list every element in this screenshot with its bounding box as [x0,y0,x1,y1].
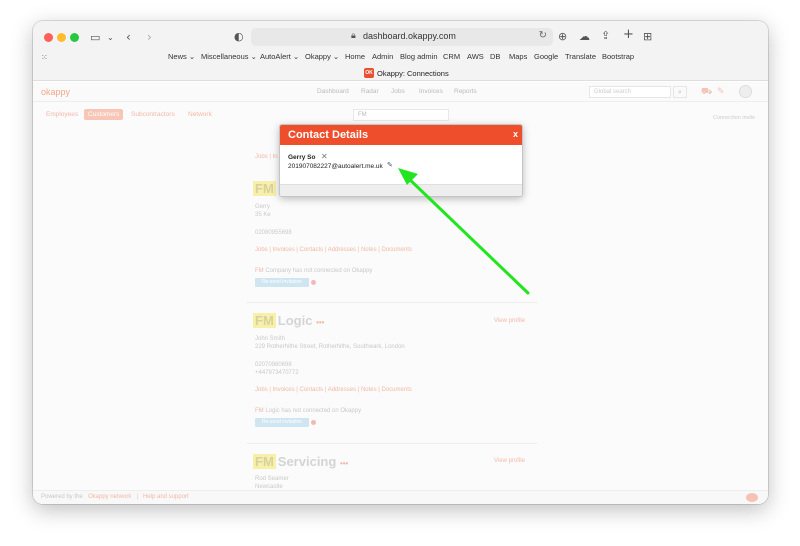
bookmark-aws[interactable]: AWS [467,52,484,61]
new-tab-icon[interactable]: + [623,28,634,41]
footer-separator: | [137,494,139,500]
shield-icon[interactable]: ◐ [234,31,244,43]
card-divider [247,443,537,444]
card1-resend-button[interactable]: Re-send invitation [255,278,309,287]
chat-icon[interactable] [746,493,758,502]
card2-status: FM Logic has not connected on Okappy [255,408,362,414]
card2-links[interactable]: Jobs | Invoices | Contacts | Addresses |… [255,387,412,393]
address-bar[interactable]: 🔒︎ dashboard.okappy.com ↻ [251,28,553,46]
edit-icon[interactable]: ✎ [387,161,393,169]
modal-header: Contact Details x [280,125,522,145]
back-icon[interactable]: ‹ [126,31,131,43]
card2-title[interactable]: FM Logic ••• [253,313,324,328]
nav-jobs[interactable]: Jobs [391,88,405,95]
browser-window: ▭ ⌄ ‹ › ◐ 🔒︎ dashboard.okappy.com ↻ ⊕ ☁ … [33,21,768,504]
remove-contact-icon[interactable]: ✕ [321,152,328,161]
app-navbar: okappy Dashboard Radar Jobs Invoices Rep… [33,82,768,102]
footer-powered-by: Powered by the [41,494,83,500]
bookmark-maps[interactable]: Maps [509,52,527,61]
subtab-subcontractors[interactable]: Subcontractors [131,111,175,118]
bookmark-translate[interactable]: Translate [565,52,596,61]
card2-view-profile-link[interactable]: View profile [494,318,525,324]
card1-contact: Gerry [255,204,270,210]
lock-icon: 🔒︎ [351,31,356,41]
bookmark-db[interactable]: DB [490,52,500,61]
bookmark-okappy[interactable]: Okappy ⌄ [305,52,339,61]
close-window-button[interactable] [44,33,53,42]
bookmark-home[interactable]: Home [345,52,365,61]
card2-address: 229 Rotherhithe Street, Rotherhithe, Sou… [255,344,405,350]
card-divider [247,302,537,303]
avatar[interactable] [739,85,752,98]
nav-radar[interactable]: Radar [361,88,379,95]
bookmark-admin[interactable]: Admin [372,52,393,61]
browser-toolbar: ▭ ⌄ ‹ › ◐ 🔒︎ dashboard.okappy.com ↻ ⊕ ☁ … [33,21,768,81]
okappy-logo[interactable]: okappy [41,87,70,97]
search-icon[interactable]: ⌕ [673,86,687,98]
card1-top-links[interactable]: Jobs | In [255,154,278,160]
nav-invoices[interactable]: Invoices [419,88,443,95]
modal-title: Contact Details [288,129,369,141]
minimize-window-button[interactable] [57,33,66,42]
nav-reports[interactable]: Reports [454,88,477,95]
url-text: dashboard.okappy.com [363,31,456,41]
card1-phone: 02080955698 [255,230,292,236]
forward-icon[interactable]: › [147,31,152,43]
subtab-employees[interactable]: Employees [46,111,78,118]
card2-phone: 02070980698 [255,362,292,368]
bookmark-news[interactable]: News ⌄ [168,52,195,61]
zoom-window-button[interactable] [70,33,79,42]
customer-search-input[interactable]: FM [353,109,449,121]
card2-resend-button[interactable]: Re-send invitation [255,418,309,427]
cloud-icon[interactable]: ☁ [579,31,590,43]
footer-help-link[interactable]: Help and support [143,494,189,500]
chevron-down-icon[interactable]: ⌄ [107,32,114,44]
card3-view-profile-link[interactable]: View profile [494,458,525,464]
contact-details-modal: Contact Details x Gerry So ✕ 20190708222… [279,124,523,197]
card2-contact: John Smith [255,336,286,342]
tab-bar[interactable]: OK Okappy: Connections [33,67,768,81]
bookmark-google[interactable]: Google [534,52,558,61]
bookmark-crm[interactable]: CRM [443,52,460,61]
modal-footer [280,184,522,196]
global-search-input[interactable]: Global search [589,86,671,98]
card1-links[interactable]: Jobs | Invoices | Contacts | Addresses |… [255,247,412,253]
card1-title[interactable]: FM [253,181,278,196]
connection-invite-link[interactable]: Connection invite [713,115,755,121]
contact-email: 201907082227@autoalert.me.uk [288,163,383,170]
tab-title[interactable]: Okappy: Connections [377,69,449,78]
subtab-customers[interactable]: Customers [84,109,124,120]
bookmarks-bar: News ⌄ Miscellaneous ⌄ AutoAlert ⌄ Okapp… [33,52,768,66]
bookmark-bootstrap[interactable]: Bootstrap [602,52,634,61]
card3-contact: Rod Seamer [255,476,289,482]
page-footer: Powered by the Okappy network | Help and… [33,490,768,504]
footer-network-link[interactable]: Okappy network [88,494,131,500]
subtab-network[interactable]: Network [188,111,212,118]
tab-overview-icon[interactable]: ⊞ [643,31,652,43]
card1-remove-icon[interactable] [311,280,316,285]
bookmark-autoalert[interactable]: AutoAlert ⌄ [260,52,299,61]
nav-dashboard[interactable]: Dashboard [317,88,349,95]
tab-favicon: OK [364,68,374,78]
card2-mobile: +447973470772 [255,370,299,376]
card2-remove-icon[interactable] [311,420,316,425]
reload-icon[interactable]: ↻ [539,30,547,41]
notes-icon[interactable]: ✎ [717,87,725,97]
page-content: okappy Dashboard Radar Jobs Invoices Rep… [33,82,768,504]
card1-address: 35 Ke [255,212,271,218]
sidebar-icon[interactable]: ▭ [90,32,100,44]
bookmark-blog-admin[interactable]: Blog admin [400,52,438,61]
modal-close-button[interactable]: x [513,129,518,139]
bookmark-miscellaneous[interactable]: Miscellaneous ⌄ [201,52,257,61]
contact-name: Gerry So [288,154,316,161]
card3-title[interactable]: FM Servicing ••• [253,454,348,469]
download-icon[interactable]: ⊕ [558,31,567,43]
share-icon[interactable]: ⇪ [601,30,610,42]
card1-status: FM Company has not connected on Okappy [255,268,373,274]
truck-icon[interactable]: ⛟ [701,87,712,98]
